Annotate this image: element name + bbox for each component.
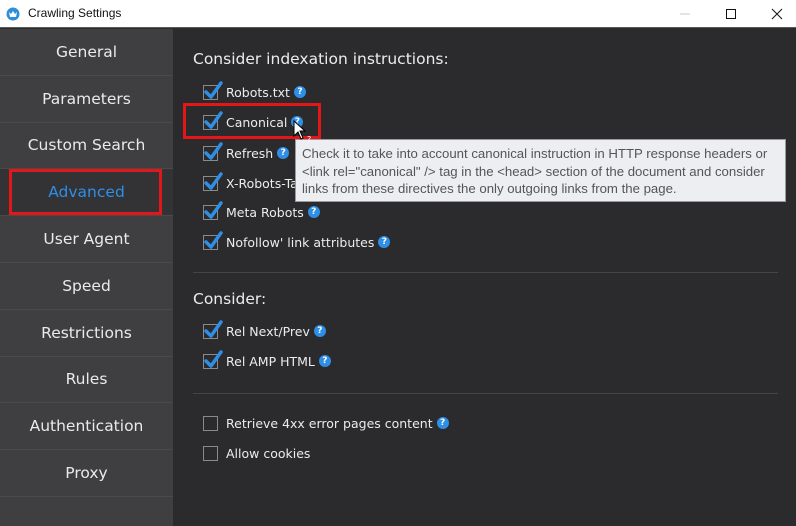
maximize-button[interactable] [708, 0, 754, 28]
option-label: Nofollow' link attributes [226, 234, 375, 250]
advanced-settings-panel: Consider indexation instructions: Robots… [173, 29, 796, 526]
section-title-consider: Consider: [193, 290, 267, 308]
checkmark-icon [204, 349, 223, 368]
checkmark-icon [204, 230, 223, 249]
divider [193, 272, 778, 273]
checkmark-icon [204, 200, 223, 219]
sidebar-item-label: Speed [62, 276, 111, 295]
minimize-button[interactable] [662, 0, 708, 28]
sidebar-item-label: User Agent [43, 230, 130, 249]
maximize-icon [726, 9, 736, 19]
option-allow-cookies[interactable]: Allow cookies [203, 443, 310, 463]
option-label: Retrieve 4xx error pages content [226, 415, 433, 431]
app-logo-icon [6, 7, 20, 21]
sidebar-item-label: Proxy [65, 464, 108, 483]
sidebar-item-restrictions[interactable]: Restrictions [0, 310, 173, 357]
sidebar-item-label: Authentication [29, 417, 144, 436]
checkmark-icon [204, 319, 223, 338]
settings-sidebar: General Parameters Custom Search Advance… [0, 29, 173, 526]
checkbox-robots-txt[interactable] [203, 80, 223, 100]
checkbox-x-robots-tag[interactable] [203, 171, 223, 191]
sidebar-item-parameters[interactable]: Parameters [0, 76, 173, 123]
option-label: X-Robots-Tag [226, 175, 306, 191]
checkbox-retrieve-4xx[interactable] [203, 415, 218, 431]
sidebar-item-label: Custom Search [27, 136, 146, 155]
help-icon[interactable]: ? [436, 417, 449, 429]
option-refresh[interactable]: Refresh ? [203, 141, 290, 163]
option-label: Meta Robots [226, 204, 304, 220]
option-meta-robots[interactable]: Meta Robots ? [203, 200, 320, 222]
sidebar-item-label: Restrictions [41, 323, 132, 342]
option-retrieve-4xx[interactable]: Retrieve 4xx error pages content ? [203, 413, 449, 433]
option-label: Refresh [226, 145, 274, 161]
help-icon[interactable]: ? [291, 116, 304, 128]
help-icon[interactable]: ? [293, 86, 306, 98]
checkbox-meta-robots[interactable] [203, 200, 223, 220]
sidebar-item-general[interactable]: General [0, 29, 173, 76]
option-robots-txt[interactable]: Robots.txt ? [203, 80, 306, 102]
sidebar-item-label: Parameters [42, 89, 131, 108]
tooltip-line: Check it to take into account canonical … [302, 146, 768, 161]
option-nofollow[interactable]: Nofollow' link attributes ? [203, 230, 391, 252]
checkbox-rel-next-prev[interactable] [203, 319, 223, 339]
sidebar-item-advanced[interactable]: Advanced [0, 169, 173, 217]
checkbox-rel-amp-html[interactable] [203, 349, 223, 369]
sidebar-item-rules[interactable]: Rules [0, 357, 173, 404]
sidebar-item-label: General [55, 42, 118, 61]
sidebar-item-speed[interactable]: Speed [0, 263, 173, 310]
close-icon [771, 8, 783, 20]
checkbox-canonical[interactable] [203, 110, 223, 130]
option-label: Rel Next/Prev [226, 323, 310, 339]
help-icon[interactable]: ? [318, 355, 331, 367]
checkmark-icon [204, 171, 223, 190]
checkbox-allow-cookies[interactable] [203, 445, 218, 461]
checkmark-icon [204, 80, 223, 99]
checkbox-nofollow[interactable] [203, 230, 223, 250]
option-canonical[interactable]: Canonical ? [203, 110, 304, 132]
help-icon[interactable]: ? [277, 147, 290, 159]
section-title-indexation: Consider indexation instructions: [193, 50, 449, 68]
sidebar-item-label: Rules [65, 370, 108, 389]
option-label: Rel AMP HTML [226, 353, 315, 369]
help-icon[interactable]: ? [307, 206, 320, 218]
canonical-tooltip: Check it to take into account canonical … [295, 139, 786, 202]
sidebar-item-authentication[interactable]: Authentication [0, 403, 173, 451]
tooltip-line: links from these directives the only out… [302, 181, 677, 196]
option-label: Robots.txt [226, 84, 290, 100]
sidebar-item-label: Advanced [48, 183, 125, 202]
option-label: Canonical [226, 114, 288, 130]
option-label: Allow cookies [226, 445, 311, 461]
help-icon[interactable]: ? [378, 236, 391, 248]
divider [193, 393, 778, 394]
window-title: Crawling Settings [28, 6, 122, 20]
sidebar-item-custom-search[interactable]: Custom Search [0, 123, 173, 170]
checkmark-icon [204, 110, 223, 129]
option-rel-next-prev[interactable]: Rel Next/Prev ? [203, 319, 326, 341]
checkbox-refresh[interactable] [203, 141, 223, 161]
option-rel-amp-html[interactable]: Rel AMP HTML ? [203, 349, 331, 371]
close-button[interactable] [754, 0, 796, 28]
tooltip-line: <link rel="canonical" /> tag in the <hea… [302, 163, 765, 179]
sidebar-item-proxy[interactable]: Proxy [0, 450, 173, 497]
title-bar: Crawling Settings [0, 0, 796, 28]
checkmark-icon [204, 141, 223, 160]
sidebar-item-user-agent[interactable]: User Agent [0, 216, 173, 263]
option-x-robots-tag[interactable]: X-Robots-Tag [203, 171, 306, 193]
minimize-icon [680, 13, 690, 15]
help-icon[interactable]: ? [313, 325, 326, 337]
